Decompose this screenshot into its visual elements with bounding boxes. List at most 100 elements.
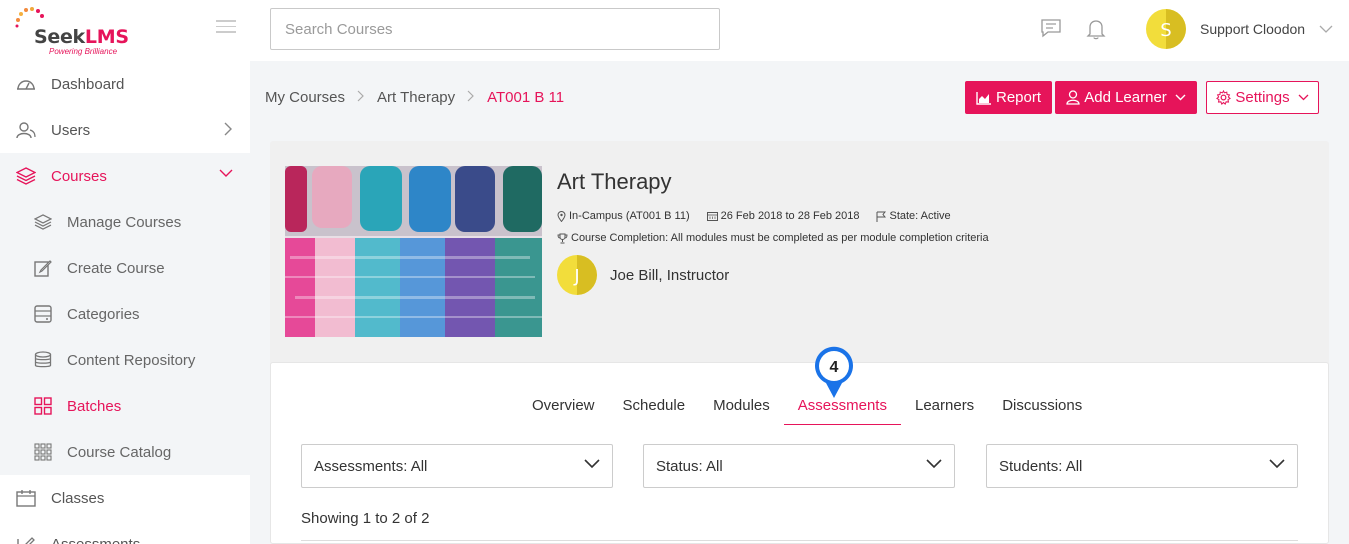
breadcrumb-my-courses[interactable]: My Courses [265,89,345,106]
chevron-down-icon [1269,459,1285,469]
seeklms-logo[interactable]: SeekLMS Powering Brilliance [14,6,154,58]
status-filter-value: Status: All [656,457,723,475]
top-header: S Support Cloodon [250,0,1349,61]
chevron-down-icon [1298,94,1309,101]
chevron-down-icon [584,459,600,469]
sidebar-subitem-categories[interactable]: Categories [0,291,250,337]
course-location: In-Campus (AT001 B 11) [557,210,690,222]
students-filter-value: Students: All [999,457,1083,475]
course-thumbnail [285,166,542,337]
breadcrumb-art-therapy[interactable]: Art Therapy [377,89,455,106]
grid-small-icon [33,442,53,462]
logo-tagline: Powering Brilliance [49,47,118,56]
user-icon [1066,90,1080,105]
students-filter-select[interactable]: Students: All [986,444,1298,488]
calendar-icon [706,212,718,221]
course-location-text: In-Campus (AT001 B 11) [569,210,690,222]
instructor: J Joe Bill, Instructor [557,255,729,295]
settings-button[interactable]: Settings [1206,81,1319,114]
sidebar-subitem-batches[interactable]: Batches [0,383,250,429]
calendar-icon [16,488,36,508]
sidebar-subitem-create-course[interactable]: Create Course [0,245,250,291]
database-icon [33,350,53,370]
sidebar-item-label: Assessments [51,535,141,544]
sidebar-item-users[interactable]: Users [0,107,250,153]
course-dates-text: 26 Feb 2018 to 28 Feb 2018 [720,210,860,222]
gear-icon [1216,90,1232,105]
step-marker-pin: 4 [815,346,853,398]
edit-icon [16,534,36,544]
step-marker-number: 4 [830,359,839,376]
sidebar-subitem-label: Course Catalog [67,443,172,461]
sidebar-item-assessments[interactable]: Assessments [0,521,250,544]
sidebar-item-label: Classes [51,489,105,507]
sidebar-item-label: Users [51,121,91,139]
categories-icon [33,304,53,324]
course-meta: In-Campus (AT001 B 11) 26 Feb 2018 to 28… [557,210,968,222]
logo-text-lms: LMS [84,26,129,48]
tab-schedule[interactable]: Schedule [609,387,700,425]
trophy-icon [557,233,568,243]
add-learner-label: Add Learner [1084,89,1167,106]
assessments-filter-value: Assessments: All [314,457,428,475]
layers-icon [33,212,53,232]
chevron-down-icon [219,169,233,177]
breadcrumb: My Courses Art Therapy AT001 B 11 [265,89,564,106]
tab-discussions[interactable]: Discussions [988,387,1096,425]
menu-toggle-icon[interactable] [216,20,236,38]
course-dates: 26 Feb 2018 to 28 Feb 2018 [706,210,860,222]
chevron-down-icon [926,459,942,469]
user-menu[interactable]: S Support Cloodon [1146,9,1333,49]
breadcrumb-current: AT001 B 11 [487,89,565,106]
breadcrumb-separator-icon [467,89,475,106]
avatar: J [557,255,597,295]
course-title: Art Therapy [557,169,672,194]
sidebar-subitem-course-catalog[interactable]: Course Catalog [0,429,250,475]
results-table [301,540,1298,544]
sidebar-subitem-content-repository[interactable]: Content Repository [0,337,250,383]
sidebar-item-label: Courses [51,167,107,185]
sidebar-group-courses: Courses Manage Courses Create Course Cat… [0,153,250,475]
chevron-down-icon [1175,94,1186,101]
report-button[interactable]: Report [965,81,1052,114]
flag-icon [876,211,887,222]
sidebar-subitem-label: Batches [67,397,122,415]
chart-area-icon [976,91,991,105]
sidebar-item-dashboard[interactable]: Dashboard [0,61,250,107]
map-pin-icon [557,210,566,222]
logo-text-seek: Seek [34,26,85,48]
sidebar-subitem-label: Create Course [67,259,165,277]
search-input[interactable] [270,8,720,50]
course-tabs: Overview Schedule Modules Assessments Le… [518,387,1096,425]
avatar-initial: J [573,266,579,287]
user-name: Support Cloodon [1200,21,1306,37]
avatar: S [1146,9,1186,49]
sidebar-item-label: Dashboard [51,75,125,93]
sidebar-subitem-manage-courses[interactable]: Manage Courses [0,199,250,245]
layers-icon [16,166,36,186]
tab-overview[interactable]: Overview [518,387,609,425]
add-learner-button[interactable]: Add Learner [1055,81,1197,114]
status-filter-select[interactable]: Status: All [643,444,955,488]
course-completion-text: Course Completion: All modules must be c… [571,232,989,244]
sidebar-item-classes[interactable]: Classes [0,475,250,521]
sidebar-nav: Dashboard Users Courses Manage Courses C… [0,61,250,544]
report-label: Report [995,89,1042,106]
breadcrumb-separator-icon [357,89,365,106]
course-completion: Course Completion: All modules must be c… [557,232,989,244]
dashboard-icon [16,74,36,94]
settings-label: Settings [1235,89,1290,106]
tab-learners[interactable]: Learners [901,387,988,425]
instructor-name: Joe Bill, Instructor [610,266,730,284]
sidebar-subitem-label: Categories [67,305,140,323]
sidebar-subitem-label: Manage Courses [67,213,182,231]
course-state-text: State: Active [889,210,951,222]
assessments-filter-select[interactable]: Assessments: All [301,444,613,488]
sidebar-item-courses[interactable]: Courses [0,153,250,199]
sidebar-subitem-label: Content Repository [67,351,196,369]
chat-icon[interactable] [1040,18,1062,38]
chevron-right-icon [224,122,232,136]
users-icon [16,120,36,140]
tab-modules[interactable]: Modules [699,387,784,425]
bell-icon[interactable] [1086,18,1106,40]
